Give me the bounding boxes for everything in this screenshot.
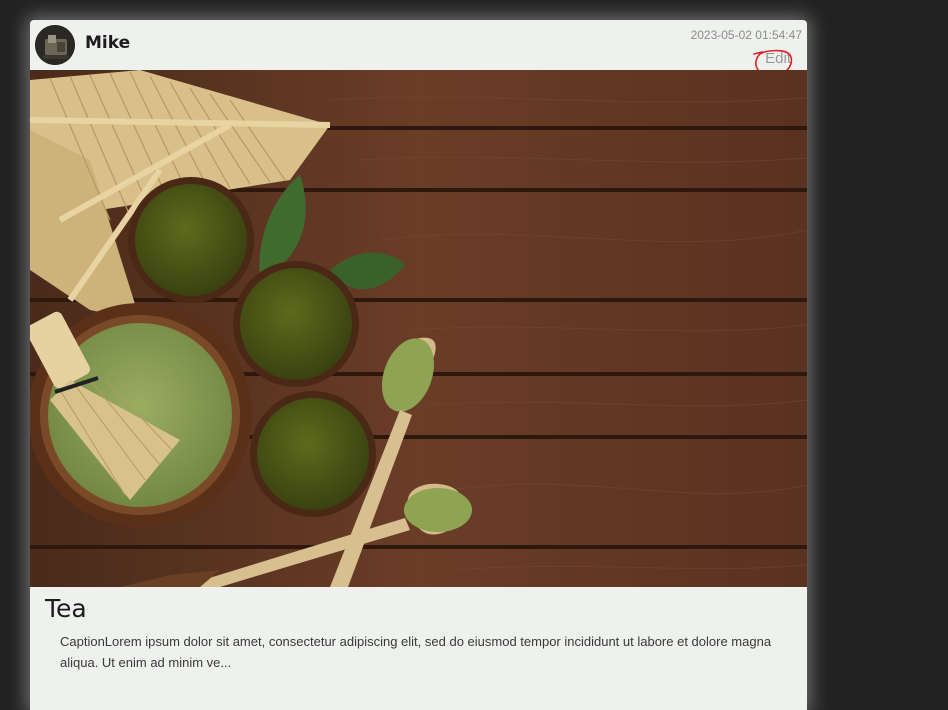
post-caption: CaptionLorem ipsum dolor sit amet, conse… <box>60 634 772 670</box>
author-name[interactable]: Mike <box>85 33 130 53</box>
avatar-image <box>35 25 75 65</box>
post-title: Tea <box>45 594 87 623</box>
avatar[interactable] <box>35 25 75 65</box>
edit-link[interactable]: Edit <box>765 50 791 67</box>
matcha-tea-photo <box>30 70 807 587</box>
post-photo[interactable] <box>30 70 807 587</box>
post-card: Mike 2023-05-02 01:54:47 Edit Tea Captio… <box>30 20 807 710</box>
post-header: Mike 2023-05-02 01:54:47 Edit <box>30 20 807 76</box>
post-timestamp: 2023-05-02 01:54:47 <box>690 28 802 42</box>
